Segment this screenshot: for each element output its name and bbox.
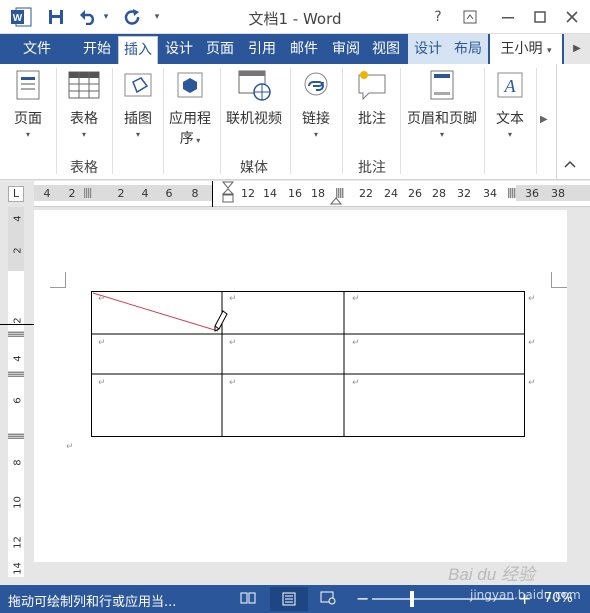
ribbon-separator: [220, 68, 221, 174]
apps-icon: [173, 68, 207, 102]
title-bar: W ▾ ▾ 文档1 - Word ?: [0, 0, 590, 34]
tab-design[interactable]: 设计: [160, 34, 198, 64]
ribbon-separator: [112, 68, 113, 174]
tab-page-layout[interactable]: 页面: [200, 34, 240, 64]
end-of-cell-mark: ↵: [352, 378, 360, 388]
chevron-down-icon: ▾: [313, 130, 318, 139]
row-marker[interactable]: [8, 331, 24, 337]
user-name: 王小明: [500, 41, 543, 57]
tab-review[interactable]: 审阅: [326, 34, 366, 64]
svg-text:A: A: [504, 76, 517, 96]
group-label-comments: 批注: [358, 160, 386, 176]
comment-icon: [355, 68, 389, 102]
minimize-button[interactable]: [496, 5, 520, 29]
margin-corner-mark: [551, 272, 567, 288]
chevron-down-icon: ▾: [25, 130, 30, 139]
ribbon-insert: 页面 ▾ 表格 ▾ 表格 插图 ▾ 应用程 序 ▾ 联机视频 媒体 链接 ▾ 批…: [0, 64, 590, 180]
scroll-tabs-right-icon[interactable]: ▶: [564, 34, 590, 64]
end-of-cell-mark: ↵: [229, 378, 237, 388]
pencil-cursor-icon: [214, 310, 228, 332]
text-button[interactable]: A 文本 ▾: [488, 68, 532, 139]
page-icon: [11, 68, 45, 102]
row-marker[interactable]: [8, 433, 24, 439]
column-marker[interactable]: [508, 188, 516, 198]
chevron-down-icon: ▾: [507, 130, 512, 139]
horizontal-ruler[interactable]: 4 2 2 4 6 8 12 14 16 18 22 24 26 28 32 3…: [34, 181, 590, 207]
group-label-media: 媒体: [240, 160, 268, 176]
ribbon-tab-bar: 文件 开始 插入 设计 页面 引用 邮件 审阅 视图 设计 布局 王小明 ▾ ▶: [0, 34, 590, 64]
chevron-down-icon: ▾: [135, 130, 140, 139]
tab-mailings[interactable]: 邮件: [284, 34, 324, 64]
table-icon: [67, 68, 101, 102]
ribbon-separator: [290, 68, 291, 174]
chevron-down-icon: ▾: [439, 130, 444, 139]
tab-selector-button[interactable]: L: [8, 186, 24, 202]
text-box-icon: A: [493, 68, 527, 102]
margin-corner-mark: [50, 272, 66, 288]
ribbon-separator: [56, 68, 57, 174]
links-button[interactable]: 链接 ▾: [294, 68, 338, 139]
illustrations-button[interactable]: 插图 ▾: [116, 68, 160, 139]
online-video-icon: [237, 68, 271, 102]
tab-table-design[interactable]: 设计: [408, 34, 448, 64]
end-of-cell-mark: ↵: [98, 338, 106, 348]
end-of-cell-mark: ↵: [352, 338, 360, 348]
column-marker[interactable]: [84, 188, 92, 198]
print-layout-icon[interactable]: [270, 587, 308, 611]
zoom-out-button[interactable]: −: [356, 589, 369, 608]
end-of-cell-mark: ↵: [352, 294, 360, 304]
document-page[interactable]: ↵ ↵ ↵ ↵ ↵ ↵ ↵ ↵ ↵ ↵ ↵ ↵ ↵: [34, 210, 567, 562]
zoom-slider-thumb[interactable]: [410, 591, 414, 607]
right-indent-marker[interactable]: [329, 193, 343, 205]
status-text: 拖动可绘制列和行或应用当...: [8, 595, 177, 610]
chevron-down-icon: ▾: [546, 46, 552, 56]
watermark-logo: Bai du 经验: [448, 565, 535, 584]
ribbon-scroll-right-icon[interactable]: ▶: [540, 114, 554, 125]
help-button[interactable]: ?: [426, 5, 450, 29]
tab-insert[interactable]: 插入: [118, 36, 158, 64]
maximize-button[interactable]: [528, 5, 552, 29]
watermark-url: jingyan.baidu.com: [470, 588, 581, 602]
close-button[interactable]: [560, 5, 584, 29]
row-marker[interactable]: [8, 371, 24, 377]
tab-table-layout[interactable]: 布局: [448, 34, 488, 64]
tab-view[interactable]: 视图: [366, 34, 406, 64]
ribbon-separator: [342, 68, 343, 174]
ribbon-separator: [484, 68, 485, 174]
end-of-cell-mark: ↵: [98, 294, 106, 304]
header-footer-button[interactable]: 页眉和页脚 ▾: [402, 68, 482, 139]
web-layout-icon[interactable]: [320, 591, 340, 607]
collapse-ribbon-icon[interactable]: [564, 158, 580, 171]
apps-button[interactable]: 应用程 序 ▾: [164, 68, 216, 148]
shapes-icon: [121, 68, 155, 102]
header-footer-icon: [425, 68, 459, 102]
paragraph-mark: ↵: [66, 442, 74, 452]
page-button[interactable]: 页面 ▾: [4, 68, 52, 139]
vertical-ruler[interactable]: 4 2 2 4 6 8 10 12 14: [0, 207, 34, 577]
end-of-cell-mark: ↵: [229, 338, 237, 348]
table[interactable]: [91, 291, 525, 437]
tab-file[interactable]: 文件: [0, 34, 74, 64]
end-of-cell-mark: ↵: [98, 378, 106, 388]
end-of-cell-mark: ↵: [229, 294, 237, 304]
ribbon-display-options-icon[interactable]: [458, 5, 482, 29]
group-label-table: 表格: [70, 160, 98, 176]
end-of-row-mark: ↵: [528, 294, 536, 304]
link-icon: [299, 68, 333, 102]
tab-references[interactable]: 引用: [242, 34, 282, 64]
online-video-button[interactable]: 联机视频: [222, 68, 286, 128]
table-button[interactable]: 表格 ▾: [60, 68, 108, 139]
read-mode-icon[interactable]: [240, 591, 258, 607]
ribbon-separator: [400, 68, 401, 174]
ribbon-separator: [536, 68, 537, 174]
chevron-down-icon: ▾: [193, 136, 201, 145]
status-bar: 拖动可绘制列和行或应用当... − + 70% jingyan.baidu.co…: [0, 585, 590, 613]
comment-button[interactable]: 批注: [346, 68, 398, 128]
tab-home[interactable]: 开始: [78, 34, 116, 64]
user-account[interactable]: 王小明 ▾: [490, 34, 562, 64]
end-of-row-mark: ↵: [528, 338, 536, 348]
chevron-down-icon: ▾: [81, 130, 86, 139]
indent-marker[interactable]: [221, 181, 235, 207]
end-of-row-mark: ↵: [528, 378, 536, 388]
